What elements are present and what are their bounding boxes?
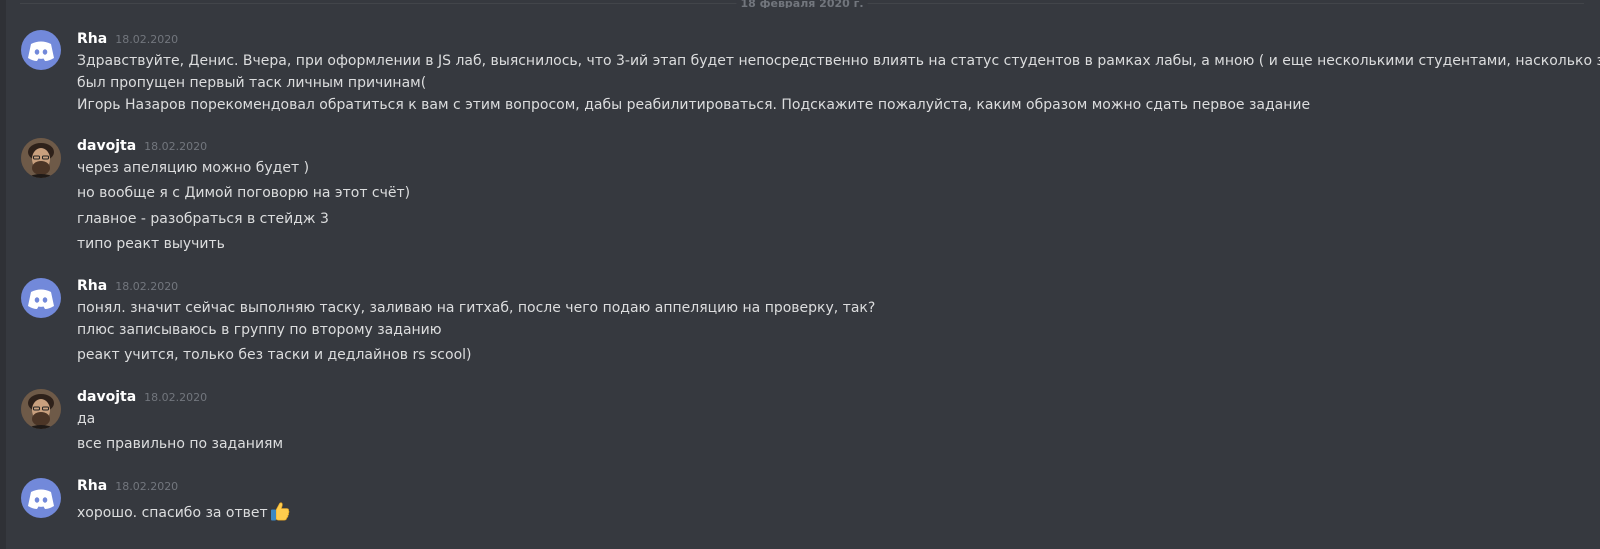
message-timestamp: 18.02.2020: [144, 140, 208, 153]
message-text: реакт учится, только без таски и дедлайн…: [77, 347, 472, 363]
discord-logo-icon[interactable]: [21, 478, 61, 518]
message-text: хорошо. спасибо за ответ: [77, 505, 268, 521]
message-timestamp: 18.02.2020: [115, 480, 179, 493]
message-text: через апеляцию можно будет ): [77, 160, 310, 176]
thumbs-up-icon: [269, 500, 291, 526]
discord-logo-icon[interactable]: [21, 278, 61, 318]
message-text: был пропущен первый таск личным причинам…: [77, 75, 427, 91]
message-text: понял. значит сейчас выполняю таску, зал…: [77, 300, 876, 316]
message-author[interactable]: davojta: [77, 389, 136, 405]
message-text: все правильно по заданиям: [77, 436, 284, 452]
date-divider: 18 февраля 2020 г.: [20, 0, 1584, 8]
message-author[interactable]: Rha: [77, 278, 107, 294]
message-text: Игорь Назаров порекомендовал обратиться …: [77, 97, 1311, 113]
message-timestamp: 18.02.2020: [144, 391, 208, 404]
message-text: Здравствуйте, Денис. Вчера, при оформлен…: [77, 53, 1600, 69]
message-text: да: [77, 411, 96, 427]
message-author[interactable]: Rha: [77, 478, 107, 494]
message-author[interactable]: davojta: [77, 138, 136, 154]
message-text: но вообще я с Димой поговорю на этот счё…: [77, 185, 411, 201]
message-text-row: хорошо. спасибо за ответ: [77, 500, 291, 526]
message-text: типо реакт выучить: [77, 236, 225, 252]
message-text: главное - разобраться в стейдж 3: [77, 211, 329, 227]
message-timestamp: 18.02.2020: [115, 33, 179, 46]
message-timestamp: 18.02.2020: [115, 280, 179, 293]
discord-logo-icon[interactable]: [21, 30, 61, 70]
date-divider-label: 18 февраля 2020 г.: [736, 0, 868, 8]
sidebar-edge: [0, 0, 6, 549]
message-text: плюс записываюсь в группу по второму зад…: [77, 322, 442, 338]
user-photo[interactable]: [21, 389, 61, 429]
user-photo[interactable]: [21, 138, 61, 178]
message-author[interactable]: Rha: [77, 31, 107, 47]
